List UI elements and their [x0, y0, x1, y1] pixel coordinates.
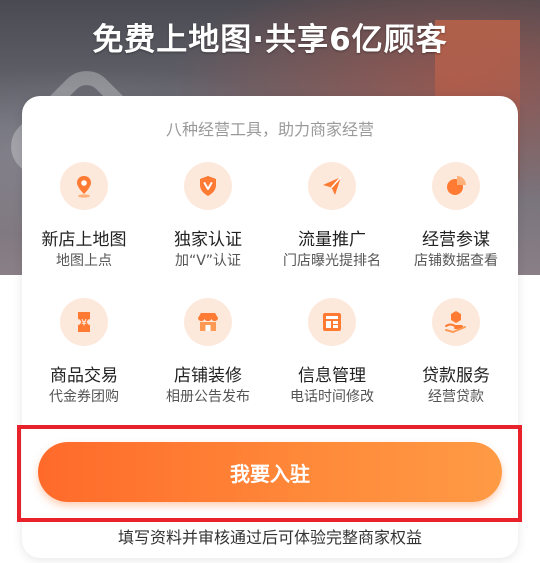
tool-desc: 相册公告发布 — [166, 389, 250, 405]
tool-desc: 经营贷款 — [428, 389, 484, 405]
info-layout-icon — [308, 298, 356, 346]
coupon-icon: ¥ — [60, 298, 108, 346]
tool-title: 信息管理 — [298, 366, 366, 386]
join-button[interactable]: 我要入驻 — [38, 442, 502, 502]
tool-title: 经营参谋 — [422, 230, 490, 250]
tool-store-decor[interactable]: 店铺装修 相册公告发布 — [146, 298, 270, 406]
tool-title: 流量推广 — [298, 230, 366, 250]
svg-text:¥: ¥ — [81, 319, 87, 329]
tool-desc: 电话时间修改 — [290, 389, 374, 405]
send-arrow-icon — [308, 162, 356, 210]
tool-traffic-promo[interactable]: 流量推广 门店曝光提排名 — [270, 162, 394, 270]
pie-chart-icon — [432, 162, 480, 210]
tool-title: 贷款服务 — [422, 366, 490, 386]
tool-info-manage[interactable]: 信息管理 电话时间修改 — [270, 298, 394, 406]
tool-desc: 加“V”认证 — [174, 253, 242, 269]
tool-product-trade[interactable]: ¥ 商品交易 代金券团购 — [22, 298, 146, 406]
tool-loan-service[interactable]: 贷款服务 经营贷款 — [394, 298, 518, 406]
tool-new-store-map[interactable]: 新店上地图 地图上点 — [22, 162, 146, 270]
tool-title: 商品交易 — [50, 366, 118, 386]
card-subtitle: 八种经营工具，助力商家经营 — [165, 120, 374, 139]
tool-title: 店铺装修 — [174, 366, 242, 386]
page-headline: 免费上地图·共享6亿顾客 — [92, 22, 448, 58]
join-footnote: 填写资料并审核通过后可体验完整商家权益 — [117, 528, 422, 547]
verified-shield-icon — [184, 162, 232, 210]
tool-title: 独家认证 — [174, 230, 242, 250]
storefront-icon — [184, 298, 232, 346]
map-pin-icon — [60, 162, 108, 210]
tool-desc: 店铺数据查看 — [414, 253, 498, 269]
tool-title: 新店上地图 — [41, 230, 127, 250]
tool-desc: 地图上点 — [56, 253, 112, 269]
tool-business-advisor[interactable]: 经营参谋 店铺数据查看 — [394, 162, 518, 270]
tool-desc: 代金券团购 — [49, 389, 119, 405]
tool-exclusive-cert[interactable]: 独家认证 加“V”认证 — [146, 162, 270, 270]
loan-hand-icon — [432, 298, 480, 346]
tool-desc: 门店曝光提排名 — [283, 253, 381, 269]
